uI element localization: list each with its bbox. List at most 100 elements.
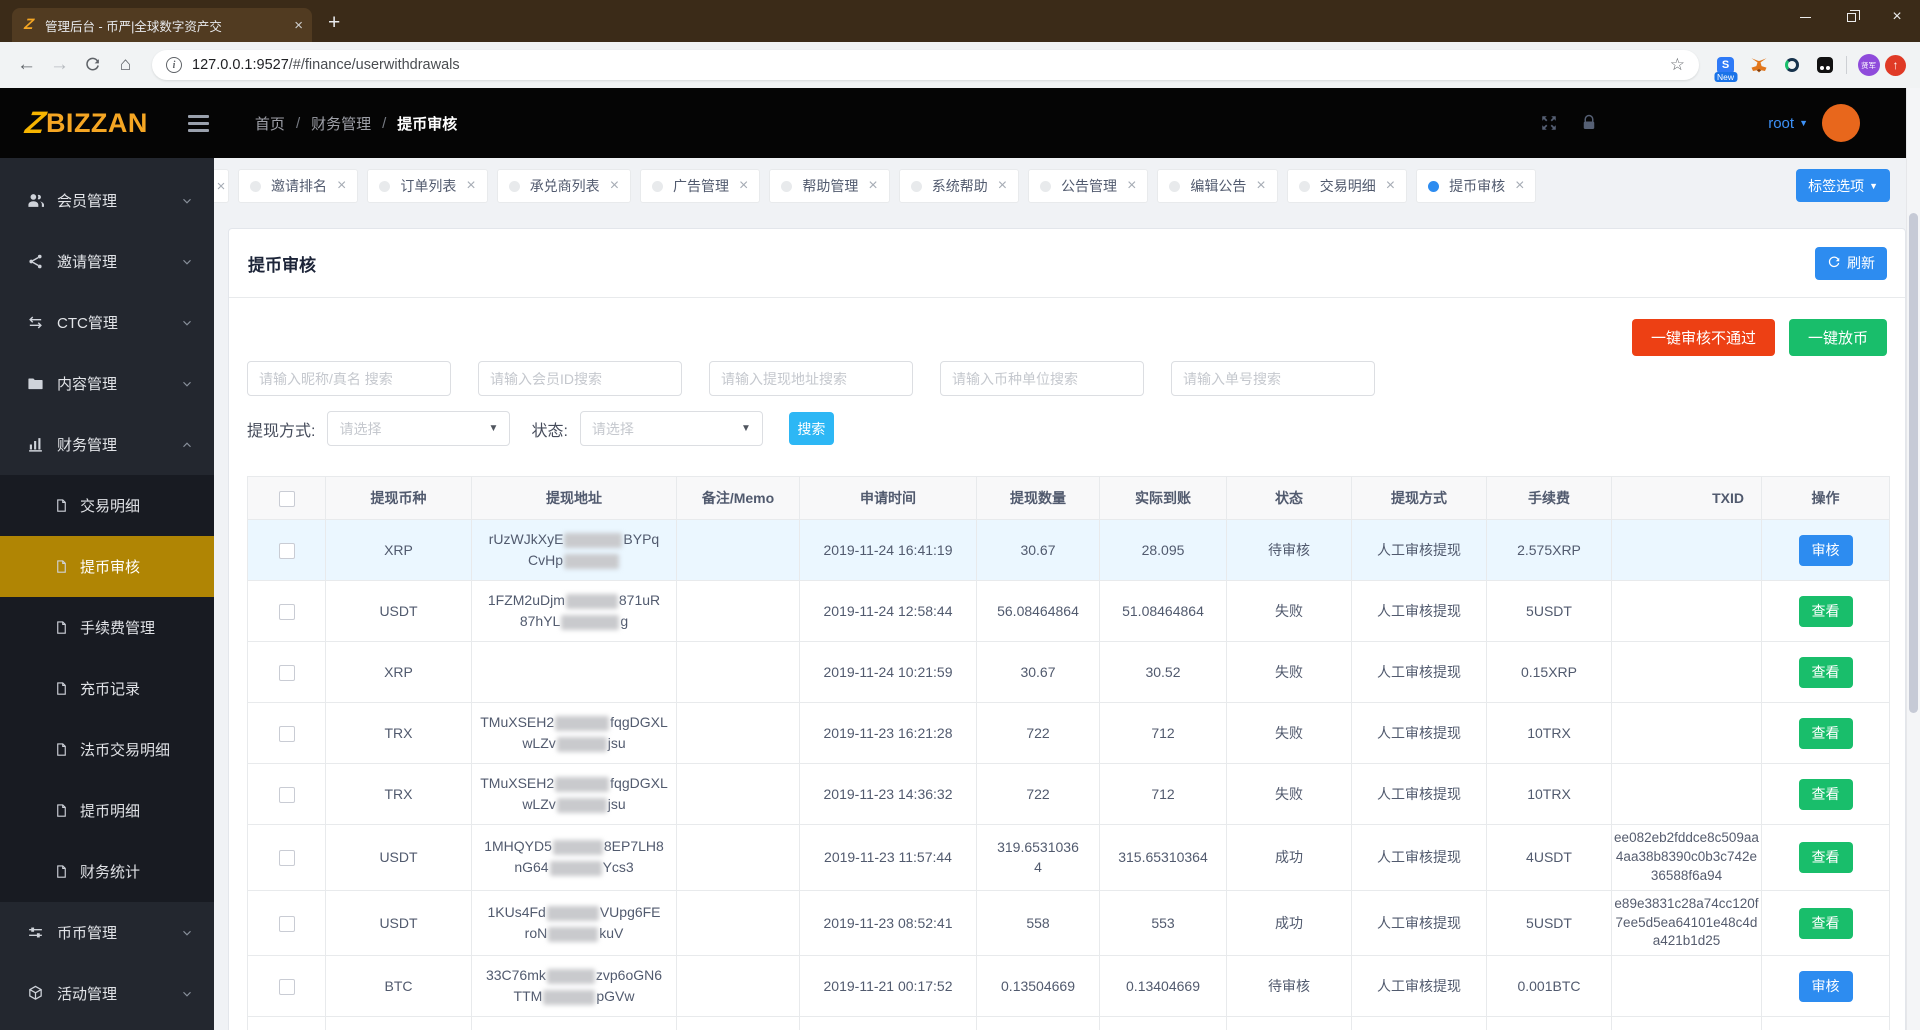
search-button[interactable]: 搜索	[788, 412, 834, 445]
tab-交易明细[interactable]: 交易明细 ×	[1286, 169, 1408, 203]
row-checkbox[interactable]	[278, 725, 295, 742]
toolbar-divider	[1846, 56, 1847, 74]
tab-close-icon[interactable]: ×	[466, 177, 475, 195]
sidebar-item-fiat-trade-detail[interactable]: 法币交易明细	[0, 719, 214, 780]
sidebar-item-fee-manage[interactable]: 手续费管理	[0, 597, 214, 658]
lock-icon[interactable]	[1580, 114, 1598, 132]
bulk-reject-button[interactable]: 一键审核不通过	[1631, 319, 1775, 356]
withdraw-method-select[interactable]: 请选择 ▼	[327, 411, 511, 446]
browser-tab[interactable]: Z 管理后台 - 币严|全球数字资产交 ×	[12, 8, 312, 42]
document-icon	[54, 864, 69, 879]
bizzan-logo[interactable]: Z BIZZAN	[23, 105, 148, 141]
address-search-input[interactable]	[709, 361, 913, 396]
bookmark-star-icon[interactable]: ☆	[1670, 55, 1685, 75]
avatar[interactable]	[1822, 104, 1860, 142]
audit-button[interactable]: 审核	[1798, 970, 1853, 1002]
sidebar-item-finance-stats[interactable]: 财务统计	[0, 841, 214, 902]
row-checkbox[interactable]	[278, 603, 295, 620]
breadcrumb-home[interactable]: 首页	[255, 113, 285, 134]
new-tab-button[interactable]: +	[328, 11, 340, 35]
extension-ring-icon[interactable]	[1778, 52, 1805, 79]
extension-icon[interactable]: S New	[1712, 52, 1739, 82]
tab-close-icon[interactable]: ×	[610, 177, 619, 195]
menu-toggle-icon[interactable]	[187, 114, 209, 132]
sidebar-item-finance[interactable]: 财务管理	[0, 414, 214, 475]
tab-提币审核[interactable]: 提币审核 ×	[1416, 169, 1537, 203]
view-button[interactable]: 查看	[1798, 778, 1853, 810]
breadcrumb-finance[interactable]: 财务管理	[311, 113, 371, 134]
view-button[interactable]: 查看	[1798, 907, 1853, 939]
tab-广告管理[interactable]: 广告管理 ×	[640, 169, 761, 203]
row-checkbox[interactable]	[278, 915, 295, 932]
address-bar[interactable]: i 127.0.0.1:9527/#/finance/userwithdrawa…	[152, 50, 1699, 80]
tab-close-icon[interactable]: ×	[868, 177, 877, 195]
status-select[interactable]: 请选择 ▼	[579, 411, 763, 446]
sidebar-item-deposit-records[interactable]: 充币记录	[0, 658, 214, 719]
sidebar-item-trade-detail[interactable]: 交易明细	[0, 475, 214, 536]
cell-txid	[1611, 641, 1762, 703]
view-button[interactable]: 查看	[1798, 656, 1853, 688]
member-id-search-input[interactable]	[478, 361, 682, 396]
view-button[interactable]: 查看	[1798, 717, 1853, 749]
cell-coin: BTC	[325, 955, 472, 1018]
site-info-icon[interactable]: i	[166, 57, 182, 73]
tab-label: 订单列表	[400, 178, 457, 194]
reload-icon[interactable]	[76, 49, 109, 82]
browser-tab-close-icon[interactable]: ×	[294, 17, 303, 34]
sidebar-item-activity[interactable]: 活动管理	[0, 963, 214, 1024]
tab-公告管理[interactable]: 公告管理 ×	[1028, 169, 1149, 203]
tab-承兑商列表[interactable]: 承兑商列表 ×	[496, 169, 632, 203]
browser-profile-avatar[interactable]: 贤军	[1855, 52, 1882, 79]
home-icon[interactable]: ⌂	[109, 49, 142, 82]
extension-ghost-icon[interactable]	[1811, 52, 1838, 79]
forward-icon[interactable]: →	[43, 49, 76, 82]
scrollbar-thumb[interactable]	[1909, 213, 1918, 713]
select-all-checkbox[interactable]	[278, 490, 295, 507]
order-no-search-input[interactable]	[1171, 361, 1375, 396]
sidebar-item-withdraw-review[interactable]: 提币审核	[0, 536, 214, 597]
sidebar-item-ctc[interactable]: CTC管理	[0, 292, 214, 353]
browser-update-icon[interactable]: ↑	[1885, 54, 1906, 76]
close-button[interactable]: ×	[1874, 0, 1920, 34]
refresh-button[interactable]: 刷新	[1815, 246, 1887, 280]
metamask-icon[interactable]	[1745, 52, 1772, 79]
sidebar-item-member[interactable]: 会员管理	[0, 170, 214, 231]
row-checkbox[interactable]	[278, 978, 295, 995]
row-checkbox[interactable]	[278, 786, 295, 803]
row-checkbox[interactable]	[278, 849, 295, 866]
tab-close-icon[interactable]: ×	[1127, 177, 1136, 195]
row-checkbox[interactable]	[278, 542, 295, 559]
tab-帮助管理[interactable]: 帮助管理 ×	[769, 169, 890, 203]
tab-close-icon[interactable]: ×	[1386, 177, 1395, 195]
tab-订单列表[interactable]: 订单列表 ×	[367, 169, 488, 203]
coin-unit-search-input[interactable]	[940, 361, 1144, 396]
back-icon[interactable]: ←	[10, 49, 43, 82]
tab-close-icon[interactable]: ×	[1515, 177, 1524, 195]
sidebar-item-coin[interactable]: 币币管理	[0, 902, 214, 963]
nickname-search-input[interactable]	[247, 361, 451, 396]
row-checkbox[interactable]	[278, 664, 295, 681]
tab-close-icon[interactable]: ×	[739, 177, 748, 195]
tab-close-icon[interactable]: ×	[337, 177, 346, 195]
page-scrollbar[interactable]	[1906, 88, 1920, 1030]
minimize-button[interactable]	[1782, 0, 1828, 34]
view-button[interactable]: 查看	[1798, 841, 1853, 873]
restore-button[interactable]	[1828, 0, 1874, 34]
audit-button[interactable]: 审核	[1798, 534, 1853, 566]
tab-邀请排名[interactable]: 邀请排名 ×	[238, 169, 359, 203]
fullscreen-icon[interactable]	[1540, 114, 1558, 132]
tab-label: 邀请排名	[271, 178, 327, 194]
tag-options-button[interactable]: 标签选项 ▼	[1796, 169, 1890, 202]
view-button[interactable]: 查看	[1798, 595, 1853, 627]
tab-partial[interactable]: ×	[214, 169, 229, 203]
tab-close-icon[interactable]: ×	[998, 177, 1007, 195]
tab-close-icon[interactable]: ×	[1256, 177, 1265, 195]
user-menu[interactable]: root ▼	[1768, 104, 1860, 142]
tab-系统帮助[interactable]: 系统帮助 ×	[898, 169, 1020, 203]
sidebar-item-invite[interactable]: 邀请管理	[0, 231, 214, 292]
sidebar-item-withdraw-detail[interactable]: 提币明细	[0, 780, 214, 841]
bulk-release-button[interactable]: 一键放币	[1788, 319, 1887, 356]
sidebar-item-content[interactable]: 内容管理	[0, 353, 214, 414]
redacted-blur	[543, 990, 596, 1006]
tab-编辑公告[interactable]: 编辑公告 ×	[1157, 169, 1278, 203]
